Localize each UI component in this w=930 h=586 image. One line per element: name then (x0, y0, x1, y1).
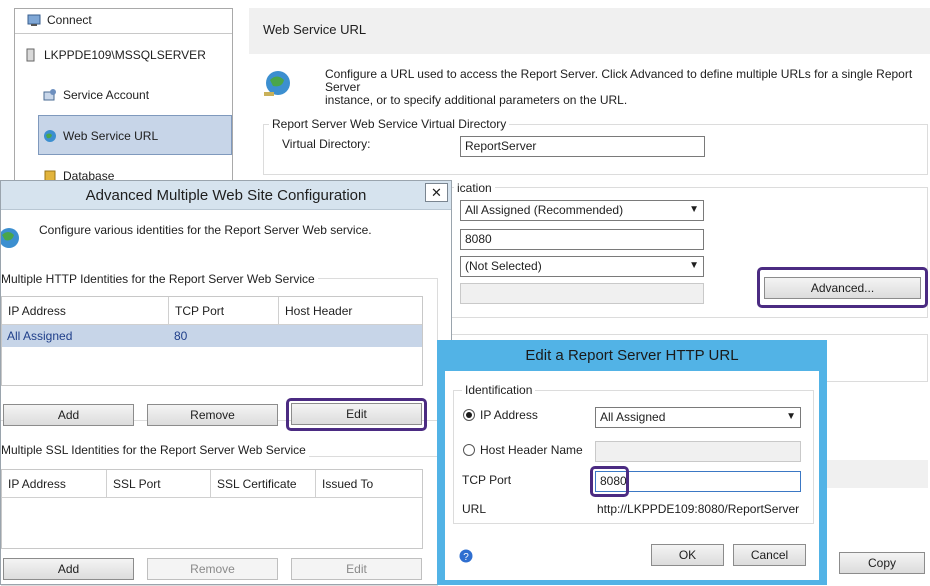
virtual-directory-label: Virtual Directory: (282, 137, 371, 151)
ssl-identities-table: IP Address SSL Port SSL Certificate Issu… (1, 469, 423, 549)
close-button[interactable]: ✕ (425, 183, 448, 202)
column-header[interactable]: SSL Certificate (211, 470, 316, 498)
http-remove-button[interactable]: Remove (147, 404, 278, 426)
globe-icon (43, 129, 57, 143)
tcp-port-label: TCP Port (462, 473, 512, 487)
url-label: URL (462, 502, 487, 516)
ip-address-label: IP Address (480, 408, 538, 422)
cancel-button[interactable]: Cancel (733, 544, 806, 566)
column-header[interactable]: IP Address (2, 470, 107, 498)
tcp-port-highlight (590, 466, 629, 497)
page-header: Web Service URL (249, 8, 930, 54)
dialog-description: Configure various identities for the Rep… (39, 223, 372, 237)
ip-address-value: All Assigned (600, 410, 666, 424)
globe-large-icon (261, 68, 293, 103)
http-identities-table: IP Address TCP Port Host Header All Assi… (1, 296, 423, 386)
dialog-body: Identification IP Address All Assigned ▼… (445, 371, 819, 580)
nav-item-service-account[interactable]: Service Account (43, 88, 149, 102)
column-header[interactable]: SSL Port (107, 470, 211, 498)
host-header-radio[interactable]: Host Header Name (463, 443, 583, 457)
column-header[interactable]: Issued To (316, 470, 422, 498)
globe-icon (0, 224, 23, 255)
ssl-edit-button: Edit (291, 558, 422, 580)
ip-address-select[interactable]: All Assigned (Recommended) ▼ (460, 200, 704, 221)
column-header[interactable]: IP Address (2, 297, 169, 325)
description-line: instance, or to specify additional param… (325, 93, 628, 107)
host-header-label: Host Header Name (480, 443, 583, 457)
virtual-directory-input[interactable]: ReportServer (460, 136, 705, 157)
chevron-down-icon: ▼ (689, 260, 699, 271)
column-header[interactable]: Host Header (279, 297, 422, 325)
server-icon (24, 48, 38, 62)
nav-item-web-service-url-content[interactable]: Web Service URL (43, 129, 158, 143)
url-value: http://LKPPDE109:8080/ReportServer (597, 502, 800, 516)
ssl-port-input (460, 283, 704, 304)
connect-button[interactable]: Connect (27, 13, 92, 27)
ip-address-select[interactable]: All Assigned ▼ (595, 407, 801, 428)
column-header[interactable]: TCP Port (169, 297, 279, 325)
nav-divider (15, 33, 232, 34)
edit-http-url-dialog: Edit a Report Server HTTP URL Identifica… (437, 340, 827, 585)
service-account-icon (43, 88, 57, 102)
radio-unselected-icon (463, 444, 475, 456)
tcp-port-input[interactable]: 8080 (460, 229, 704, 250)
copy-button[interactable]: Copy (839, 552, 925, 574)
http-add-button[interactable]: Add (3, 404, 134, 426)
ssl-certificate-select[interactable]: (Not Selected) ▼ (460, 256, 704, 277)
http-identities-group-label: Multiple HTTP Identities for the Report … (1, 272, 318, 286)
identification-group-label: ication (454, 181, 495, 195)
server-node[interactable]: LKPPDE109\MSSQLSERVER (24, 48, 206, 62)
nav-item-label: Service Account (63, 88, 150, 102)
server-name: LKPPDE109\MSSQLSERVER (44, 48, 206, 62)
table-cell (279, 326, 289, 332)
ssl-add-button[interactable]: Add (3, 558, 134, 580)
help-icon[interactable]: ? (459, 549, 473, 566)
chevron-down-icon: ▼ (786, 411, 796, 422)
virtual-directory-group-label: Report Server Web Service Virtual Direct… (269, 117, 510, 131)
dialog-title-bar: Advanced Multiple Web Site Configuration (1, 181, 451, 210)
description-line: Configure a URL used to access the Repor… (325, 67, 913, 94)
connection-nav-pane: Connect LKPPDE109\MSSQLSERVER Service Ac… (14, 8, 233, 193)
advanced-button[interactable]: Advanced... (764, 277, 921, 299)
table-cell: 80 (174, 329, 188, 343)
ssl-remove-button: Remove (147, 558, 278, 580)
page-description: Configure a URL used to access the Repor… (325, 68, 925, 107)
ok-button[interactable]: OK (651, 544, 724, 566)
identification-group-label: Identification (462, 383, 536, 397)
connect-icon (27, 13, 41, 27)
close-icon: ✕ (431, 184, 442, 200)
table-cell: All Assigned (7, 329, 73, 343)
ip-address-value: All Assigned (Recommended) (465, 203, 624, 217)
chevron-down-icon: ▼ (689, 204, 699, 215)
nav-item-label: Web Service URL (63, 129, 159, 143)
ssl-certificate-value: (Not Selected) (465, 259, 542, 273)
host-header-input (595, 441, 801, 462)
ip-address-radio[interactable]: IP Address (463, 408, 538, 422)
svg-text:?: ? (463, 552, 469, 563)
advanced-config-dialog: Advanced Multiple Web Site Configuration… (0, 180, 452, 586)
dialog-title: Advanced Multiple Web Site Configuration (85, 186, 367, 204)
ssl-identities-group-label: Multiple SSL Identities for the Report S… (1, 443, 309, 457)
http-edit-button[interactable]: Edit (291, 403, 422, 425)
dialog-title: Edit a Report Server HTTP URL (525, 347, 739, 364)
radio-selected-icon (463, 409, 475, 421)
page-title: Web Service URL (263, 22, 367, 37)
connect-label: Connect (47, 13, 92, 27)
dialog-title-bar: Edit a Report Server HTTP URL (437, 340, 827, 371)
